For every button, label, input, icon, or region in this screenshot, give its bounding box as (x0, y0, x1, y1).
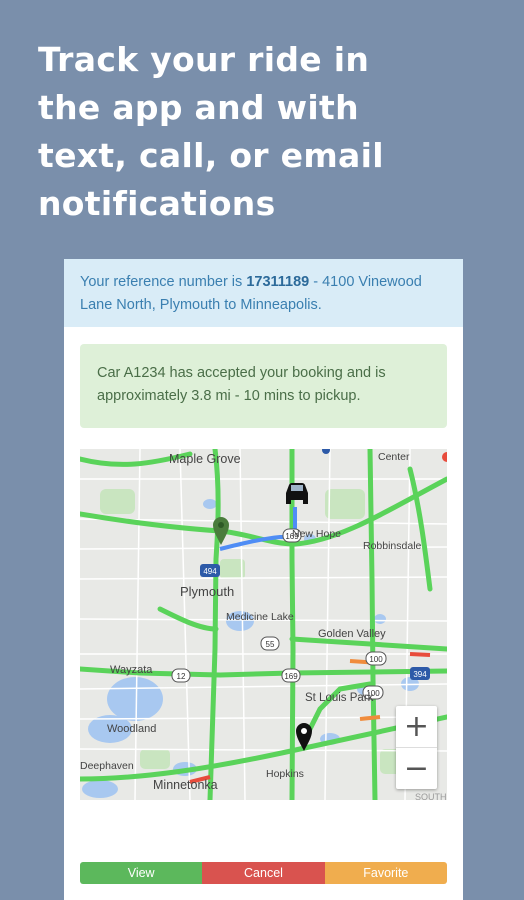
reference-number: 17311189 (246, 274, 310, 290)
place-plymouth: Plymouth (180, 584, 234, 599)
poi-marker-icon (322, 449, 330, 454)
place-center: Center (378, 451, 410, 463)
place-new-hope: New Hope (292, 528, 341, 540)
favorite-button[interactable]: Favorite (324, 862, 447, 884)
place-maple-grove: Maple Grove (169, 452, 241, 466)
shield-12: 12 (171, 668, 191, 683)
place-robbinsdale: Robbinsdale (363, 540, 422, 552)
cancel-button[interactable]: Cancel (202, 862, 325, 884)
headline-line: Track your ride in (38, 40, 370, 79)
place-minnetonka: Minnetonka (153, 778, 218, 792)
app-screen: Your reference number is 17311189 - 4100… (64, 259, 463, 900)
shield-55: 55 (260, 636, 280, 651)
reference-banner: Your reference number is 17311189 - 4100… (64, 259, 463, 327)
svg-text:169: 169 (284, 672, 298, 681)
shield-394: 394 (410, 667, 430, 680)
svg-text:394: 394 (413, 670, 427, 679)
poi-marker-icon (442, 452, 447, 462)
place-deephaven: Deephaven (80, 760, 134, 772)
place-south: SOUTH (415, 792, 447, 800)
place-medicine-lake: Medicine Lake (226, 611, 294, 623)
place-wayzata: Wayzata (110, 664, 153, 676)
booking-actions: View Cancel Favorite (80, 862, 447, 884)
zoom-in-button[interactable]: + (396, 706, 437, 747)
shield-494: 494 (200, 564, 220, 577)
place-hopkins: Hopkins (266, 768, 304, 780)
headline-line: notifications (38, 184, 276, 223)
zoom-out-button[interactable]: − (396, 748, 437, 789)
minor-roads (80, 449, 447, 800)
promo-headline: Track your ride in the app and with text… (38, 36, 498, 228)
zoom-controls: + − (396, 706, 437, 789)
place-golden-valley: Golden Valley (318, 628, 386, 640)
place-woodland: Woodland (107, 723, 156, 735)
car-icon[interactable] (286, 483, 308, 504)
ride-map[interactable]: 494 169 55 12 100 394 169 100 Maple Grov… (80, 449, 447, 800)
headline-line: the app and with (38, 88, 359, 127)
svg-text:494: 494 (203, 567, 217, 576)
shield-100: 100 (365, 651, 387, 666)
booking-accepted-alert: Car A1234 has accepted your booking and … (80, 344, 447, 428)
shield-169-south: 169 (281, 668, 301, 683)
map-canvas: 494 169 55 12 100 394 169 100 Maple Grov… (80, 449, 447, 800)
headline-line: text, call, or email (38, 136, 384, 175)
view-button[interactable]: View (80, 862, 203, 884)
reference-prefix: Your reference number is (80, 274, 247, 290)
svg-text:55: 55 (266, 640, 275, 649)
place-st-louis-park: St Louis Park (305, 692, 374, 704)
svg-text:12: 12 (177, 672, 186, 681)
svg-text:100: 100 (369, 655, 383, 664)
